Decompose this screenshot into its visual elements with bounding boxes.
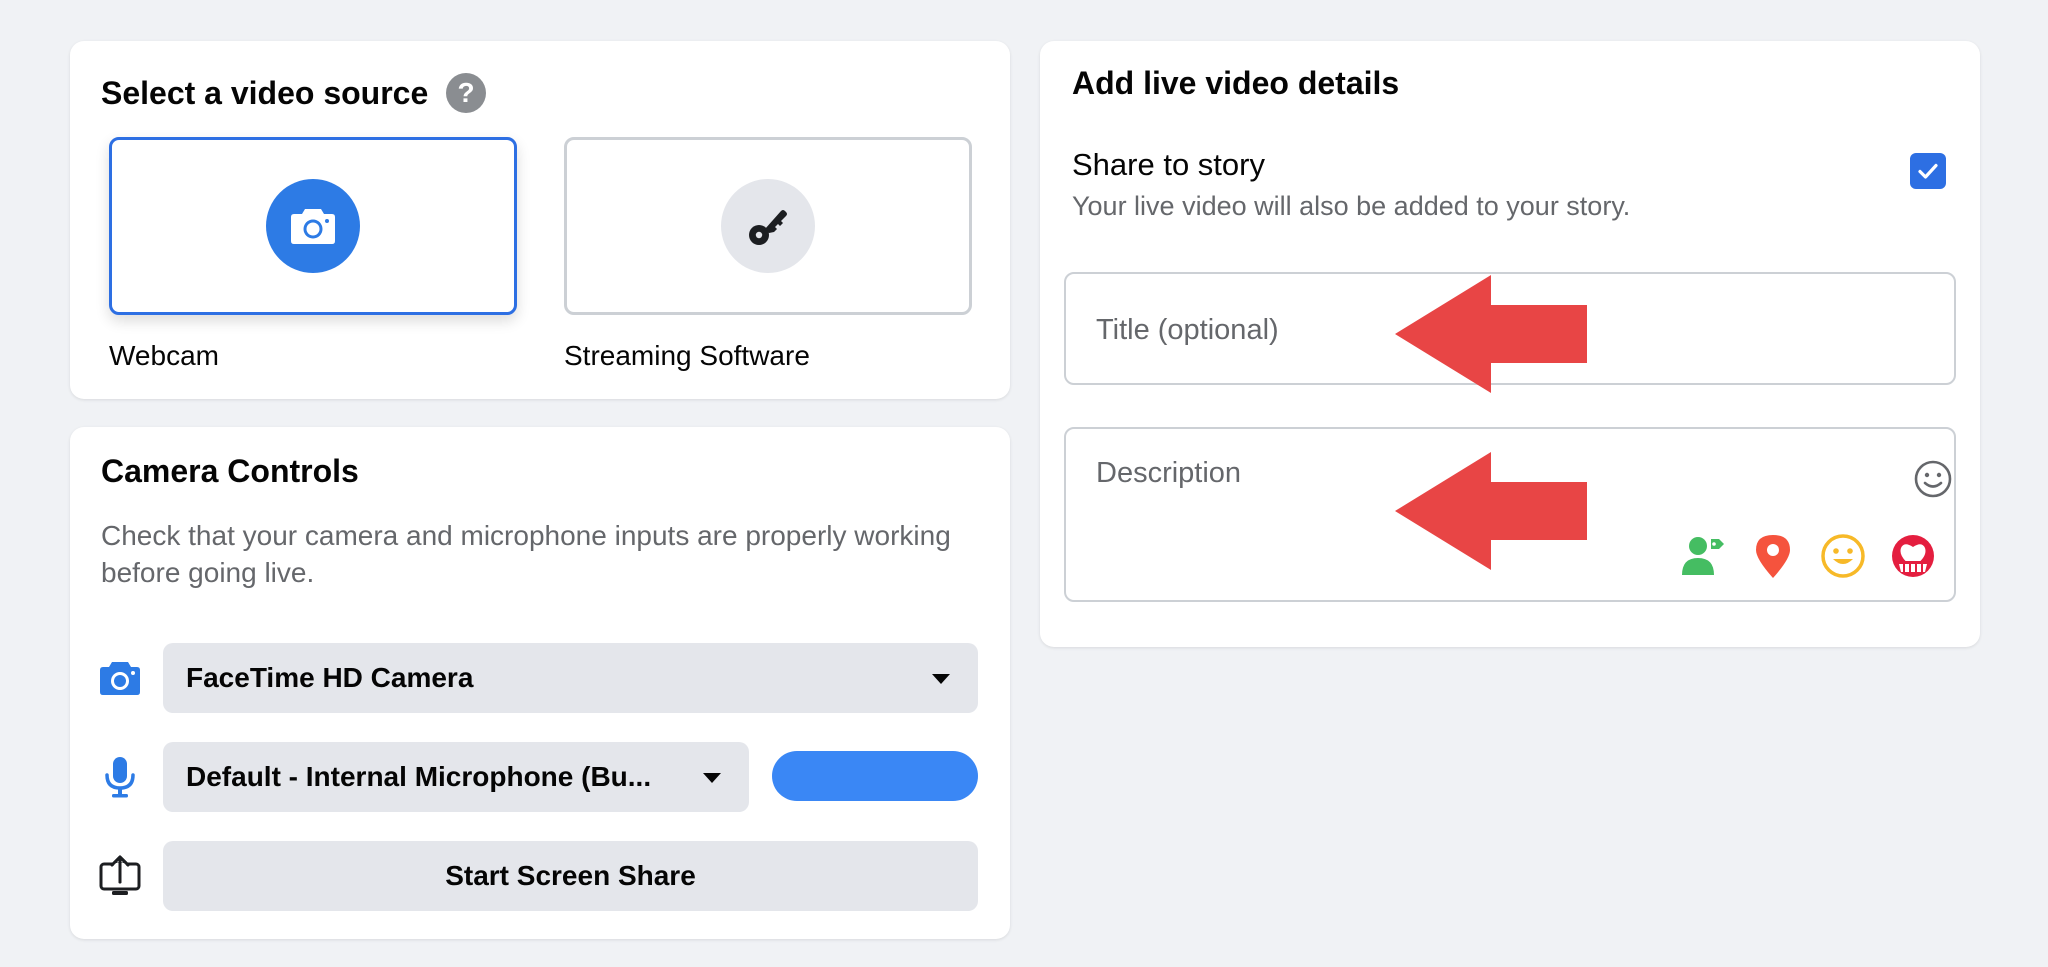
- chevron-down-icon: [932, 674, 950, 684]
- help-icon[interactable]: ?: [446, 73, 486, 113]
- webcam-source-option[interactable]: [109, 137, 517, 315]
- microphone-select-value: Default - Internal Microphone (Bu...: [186, 761, 652, 792]
- tag-people-icon[interactable]: [1678, 531, 1728, 581]
- streaming-software-label: Streaming Software: [564, 340, 810, 371]
- video-source-card: Select a video source ? Webcam Streaming…: [70, 41, 1010, 399]
- camera-select[interactable]: FaceTime HD Camera: [163, 643, 978, 713]
- streaming-software-option[interactable]: [564, 137, 972, 315]
- webcam-label: Webcam: [109, 340, 219, 371]
- chevron-down-icon: [703, 773, 721, 783]
- video-source-title: Select a video source: [101, 75, 429, 111]
- camera-select-value: FaceTime HD Camera: [186, 662, 474, 693]
- support-icon[interactable]: [1888, 531, 1938, 581]
- start-screen-share-button[interactable]: Start Screen Share: [163, 841, 978, 911]
- feeling-icon[interactable]: [1818, 531, 1868, 581]
- share-to-story-checkbox[interactable]: [1910, 153, 1946, 189]
- microphone-icon: [105, 757, 135, 798]
- camera-controls-card: Camera Controls Check that your camera a…: [70, 427, 1010, 939]
- share-to-story-description: Your live video will also be added to yo…: [1072, 191, 1631, 221]
- share-to-story-label: Share to story: [1072, 147, 1265, 182]
- checkmark-icon: [1918, 163, 1938, 179]
- live-producer-page: Select a video source ? Webcam Streaming…: [0, 0, 2048, 967]
- location-pin-icon[interactable]: [1748, 531, 1798, 581]
- annotation-arrow-title: [1395, 275, 1587, 393]
- screen-share-icon: [99, 855, 141, 895]
- live-video-details-title: Add live video details: [1072, 65, 1400, 101]
- annotation-arrow-description: [1395, 452, 1587, 570]
- camera-controls-title: Camera Controls: [101, 453, 359, 489]
- key-icon: [721, 179, 815, 273]
- camera-controls-description: Check that your camera and microphone in…: [101, 520, 951, 588]
- microphone-select[interactable]: Default - Internal Microphone (Bu...: [163, 742, 749, 812]
- microphone-level-meter: [772, 751, 978, 801]
- camera-icon: [266, 179, 360, 273]
- camera-icon: [100, 662, 140, 695]
- emoji-picker-icon[interactable]: [1913, 459, 1953, 499]
